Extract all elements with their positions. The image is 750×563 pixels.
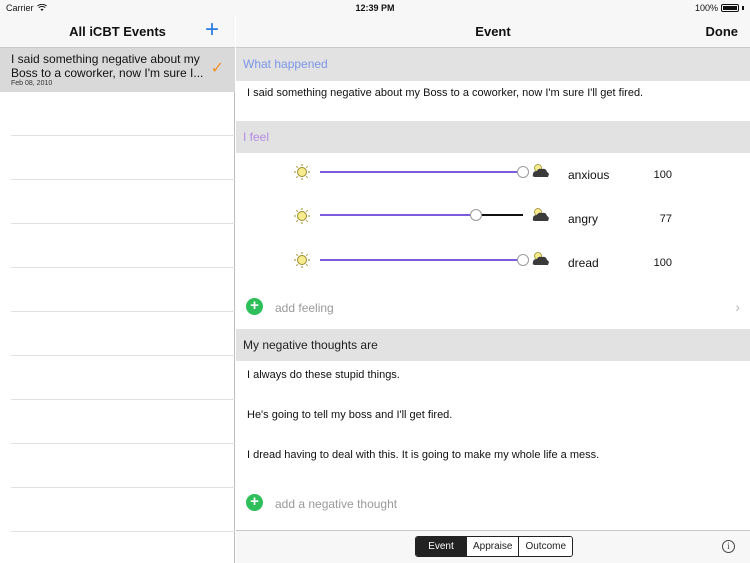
segment-outcome[interactable]: Outcome [518, 537, 573, 556]
list-divider [11, 267, 235, 268]
segment-event[interactable]: Event [416, 537, 466, 556]
negative-thought[interactable]: I dread having to deal with this. It is … [247, 449, 599, 461]
segment-appraise[interactable]: Appraise [466, 537, 519, 556]
negative-thoughts-label: My negative thoughts are [243, 338, 378, 352]
chevron-right-icon: › [735, 299, 740, 315]
feeling-slider-fill [320, 171, 523, 173]
negative-thought[interactable]: I always do these stupid things. [247, 369, 400, 381]
feeling-slider-fill [320, 259, 523, 261]
events-list-panel: All iCBT Events + I said something negat… [0, 0, 235, 563]
event-date: Feb 08, 2010 [11, 80, 53, 87]
ipad-screen: All iCBT Events + I said something negat… [0, 0, 750, 563]
done-button[interactable]: Done [706, 24, 739, 39]
feeling-value: 77 [659, 213, 672, 225]
negative-thoughts-header: My negative thoughts are [236, 329, 750, 361]
info-icon[interactable]: i [722, 540, 735, 553]
feeling-row: anxious 100 [236, 153, 750, 197]
add-negative-thought-row[interactable]: + add a negative thought [236, 489, 750, 517]
sun-icon [294, 208, 310, 224]
status-bar: Carrier 12:39 PM 100% [0, 0, 750, 16]
event-list-item[interactable]: I said something negative about my Boss … [0, 48, 235, 92]
storm-cloud-icon [532, 252, 549, 265]
feeling-label: angry [568, 212, 599, 226]
battery-icon [721, 4, 739, 12]
feeling-label: dread [568, 256, 599, 270]
feeling-row: angry 77 [236, 197, 750, 241]
sun-icon [294, 252, 310, 268]
feeling-slider-knob[interactable] [470, 209, 483, 221]
bottom-toolbar: Event Appraise Outcome i [236, 530, 750, 563]
what-happened-text[interactable]: I said something negative about my Boss … [247, 87, 643, 99]
feeling-row: dread 100 [236, 241, 750, 285]
sun-icon [294, 164, 310, 180]
storm-cloud-icon [532, 208, 549, 221]
list-divider [11, 311, 235, 312]
feeling-slider-fill [320, 214, 477, 216]
feeling-slider-knob[interactable] [517, 166, 529, 178]
list-divider [11, 135, 235, 136]
list-divider [11, 443, 235, 444]
list-divider [11, 399, 235, 400]
battery-tip [742, 6, 744, 10]
add-feeling-label: add feeling [275, 301, 334, 315]
i-feel-header: I feel [236, 121, 750, 153]
list-divider [11, 223, 235, 224]
what-happened-label: What happened [243, 57, 328, 71]
list-divider [11, 179, 235, 180]
what-happened-header: What happened [236, 48, 750, 81]
feeling-slider-track [476, 214, 523, 216]
event-detail-header: Event Done [236, 16, 750, 48]
feeling-slider-knob[interactable] [517, 254, 529, 266]
list-divider [11, 487, 235, 488]
negative-thought[interactable]: He's going to tell my boss and I'll get … [247, 409, 452, 421]
add-circle-icon: + [246, 298, 263, 315]
add-event-button[interactable]: + [201, 16, 223, 43]
event-detail-panel: Event Done What happened I said somethin… [236, 0, 750, 563]
i-feel-label: I feel [243, 130, 270, 144]
plus-icon: + [204, 16, 219, 43]
feeling-value: 100 [653, 169, 672, 181]
events-list-header: All iCBT Events + [0, 16, 235, 48]
add-circle-icon: + [246, 494, 263, 511]
view-segmented-control: Event Appraise Outcome [415, 536, 574, 557]
status-time: 12:39 PM [355, 3, 395, 13]
battery-percent: 100% [694, 3, 718, 13]
list-divider [11, 355, 235, 356]
storm-cloud-icon [532, 164, 549, 177]
list-divider [11, 531, 235, 532]
add-negative-thought-label: add a negative thought [275, 497, 398, 511]
checkmark-icon: ✓ [210, 60, 224, 77]
event-detail-title: Event [475, 24, 511, 39]
battery-group: 100% [695, 3, 744, 13]
events-list-title: All iCBT Events [69, 24, 166, 39]
feeling-value: 100 [653, 257, 672, 269]
event-title: I said something negative about my Boss … [11, 52, 204, 80]
feeling-label: anxious [568, 168, 610, 182]
add-feeling-row[interactable]: + add feeling › [236, 293, 750, 321]
